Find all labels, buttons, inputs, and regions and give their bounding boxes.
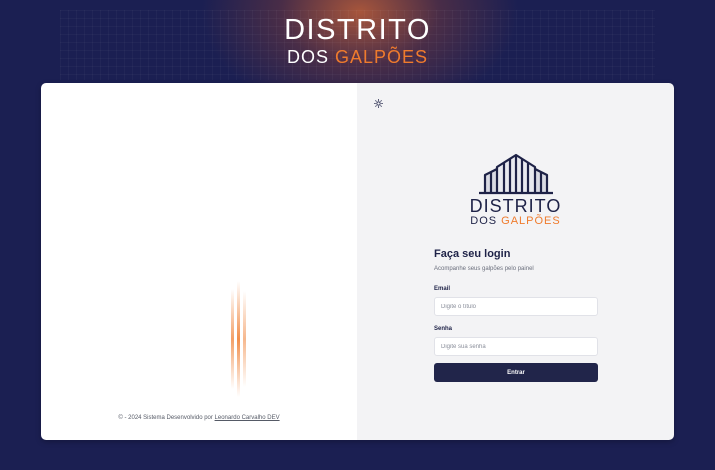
- header-logo-dos: DOS: [286, 47, 335, 67]
- spinner-streak: [231, 289, 234, 389]
- form-subtitle: Acompanhe seus galpões pelo painel: [434, 266, 534, 272]
- login-button[interactable]: Entrar: [434, 363, 598, 382]
- password-label: Senha: [434, 326, 453, 332]
- brand-line2: DOS GALPÕES: [357, 216, 674, 227]
- header-logo: DISTRITO DOS GALPÕES: [0, 14, 715, 67]
- spinner-streak: [237, 281, 240, 397]
- email-label: Email: [434, 286, 451, 292]
- loading-spinner: [229, 281, 249, 397]
- header-logo-line1: DISTRITO: [284, 14, 431, 46]
- brand-dos: DOS: [470, 215, 502, 227]
- theme-toggle-button[interactable]: [372, 97, 384, 109]
- footer-credit: © - 2024 Sistema Desenvolvido por Leonar…: [41, 415, 357, 421]
- header-logo-line2: DOS GALPÕES: [0, 48, 715, 66]
- email-input[interactable]: [434, 297, 598, 316]
- brand-line1: DISTRITO: [469, 196, 562, 216]
- spinner-streak: [243, 291, 246, 387]
- brand-galpoes: GALPÕES: [501, 215, 561, 227]
- form-title: Faça seu login: [434, 248, 511, 260]
- footer-text: © - 2024 Sistema Desenvolvido por: [118, 415, 215, 421]
- right-panel: DISTRITO DOS GALPÕES Faça seu login Acom…: [357, 83, 674, 440]
- password-input[interactable]: [434, 337, 598, 356]
- brand-logo: DISTRITO DOS GALPÕES: [357, 153, 674, 227]
- login-card: © - 2024 Sistema Desenvolvido por Leonar…: [41, 83, 674, 440]
- sun-icon: [373, 98, 383, 108]
- left-panel: © - 2024 Sistema Desenvolvido por Leonar…: [41, 83, 357, 440]
- warehouse-icon: [478, 153, 553, 195]
- developer-link[interactable]: Leonardo Carvalho DEV: [215, 415, 280, 421]
- login-form: Faça seu login Acompanhe seus galpões pe…: [434, 248, 598, 382]
- header-logo-galpoes: GALPÕES: [334, 47, 429, 67]
